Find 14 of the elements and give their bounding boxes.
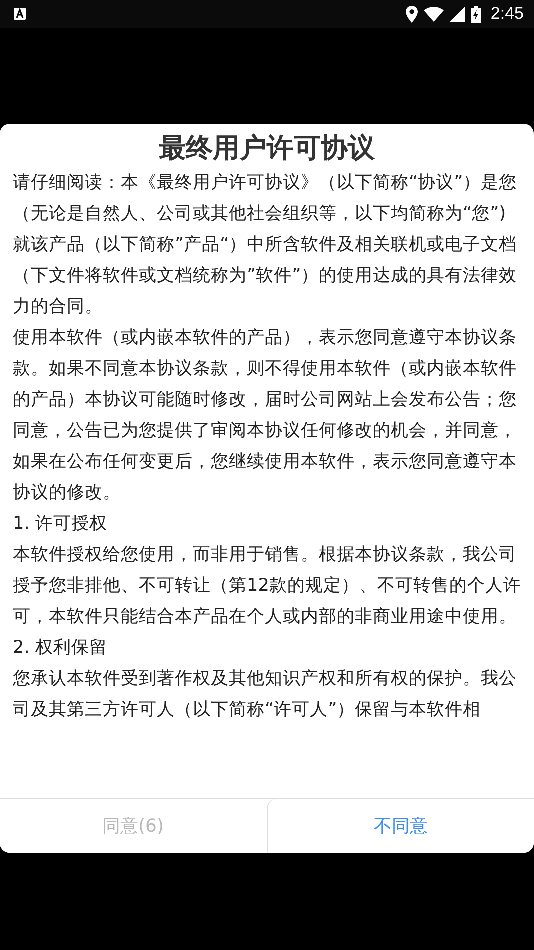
status-time: 2:45 <box>490 4 524 24</box>
signal-icon <box>450 6 465 22</box>
agreement-paragraph: 1. 许可授权 <box>13 513 108 536</box>
battery-charging-icon <box>470 6 481 22</box>
dialog-title: 最终用户许可协议 <box>158 132 376 166</box>
agreement-paragraph: 您承认本软件受到著作权及其他知识产权和所有权的保护。我公司及其第三方许可人（以下简称“许可人”）保留与本软件相 <box>13 668 518 722</box>
agreement-paragraph: 请仔细阅读：本《最终用户许可协议》（以下简称“协议”）是您（无论是自然人、公司或其他社会组织等，以下均简称为“您”)就该产品（以下简称”产品“）中所含软件及相关联机或电子文档（下文件将软件或文档统称为”软件”）的使用达成的具有法律效力的合同。 <box>13 172 518 319</box>
wifi-icon <box>424 6 444 22</box>
agreement-paragraph: 2. 权利保留 <box>13 637 108 660</box>
disagree-button[interactable]: 不同意 <box>266 799 534 853</box>
agreement-paragraph: 本软件授权给您使用，而非用于销售。根据本协议条款，我公司授予您非排他、不可转让（第12款的规定）、不可转售的个人许可，本软件只能结合本产品在个人或内部的非商业用途中使用。 <box>13 544 522 629</box>
location-icon <box>406 6 418 22</box>
keyboard-icon <box>14 8 26 20</box>
agreement-paragraph: 使用本软件（或内嵌本软件的产品），表示您同意遵守本协议条款。如果不同意本协议条款，则不得使用本软件（或内嵌本软件的产品）本协议可能随时修改，届时公司网站上会发布公告；您同意，公告已为您提供了审阅本协议任何修改的机会，并同意，如果在公布任何变更后，您继续使用本软件，表示您同意遵守本协议的修改。 <box>13 327 518 505</box>
